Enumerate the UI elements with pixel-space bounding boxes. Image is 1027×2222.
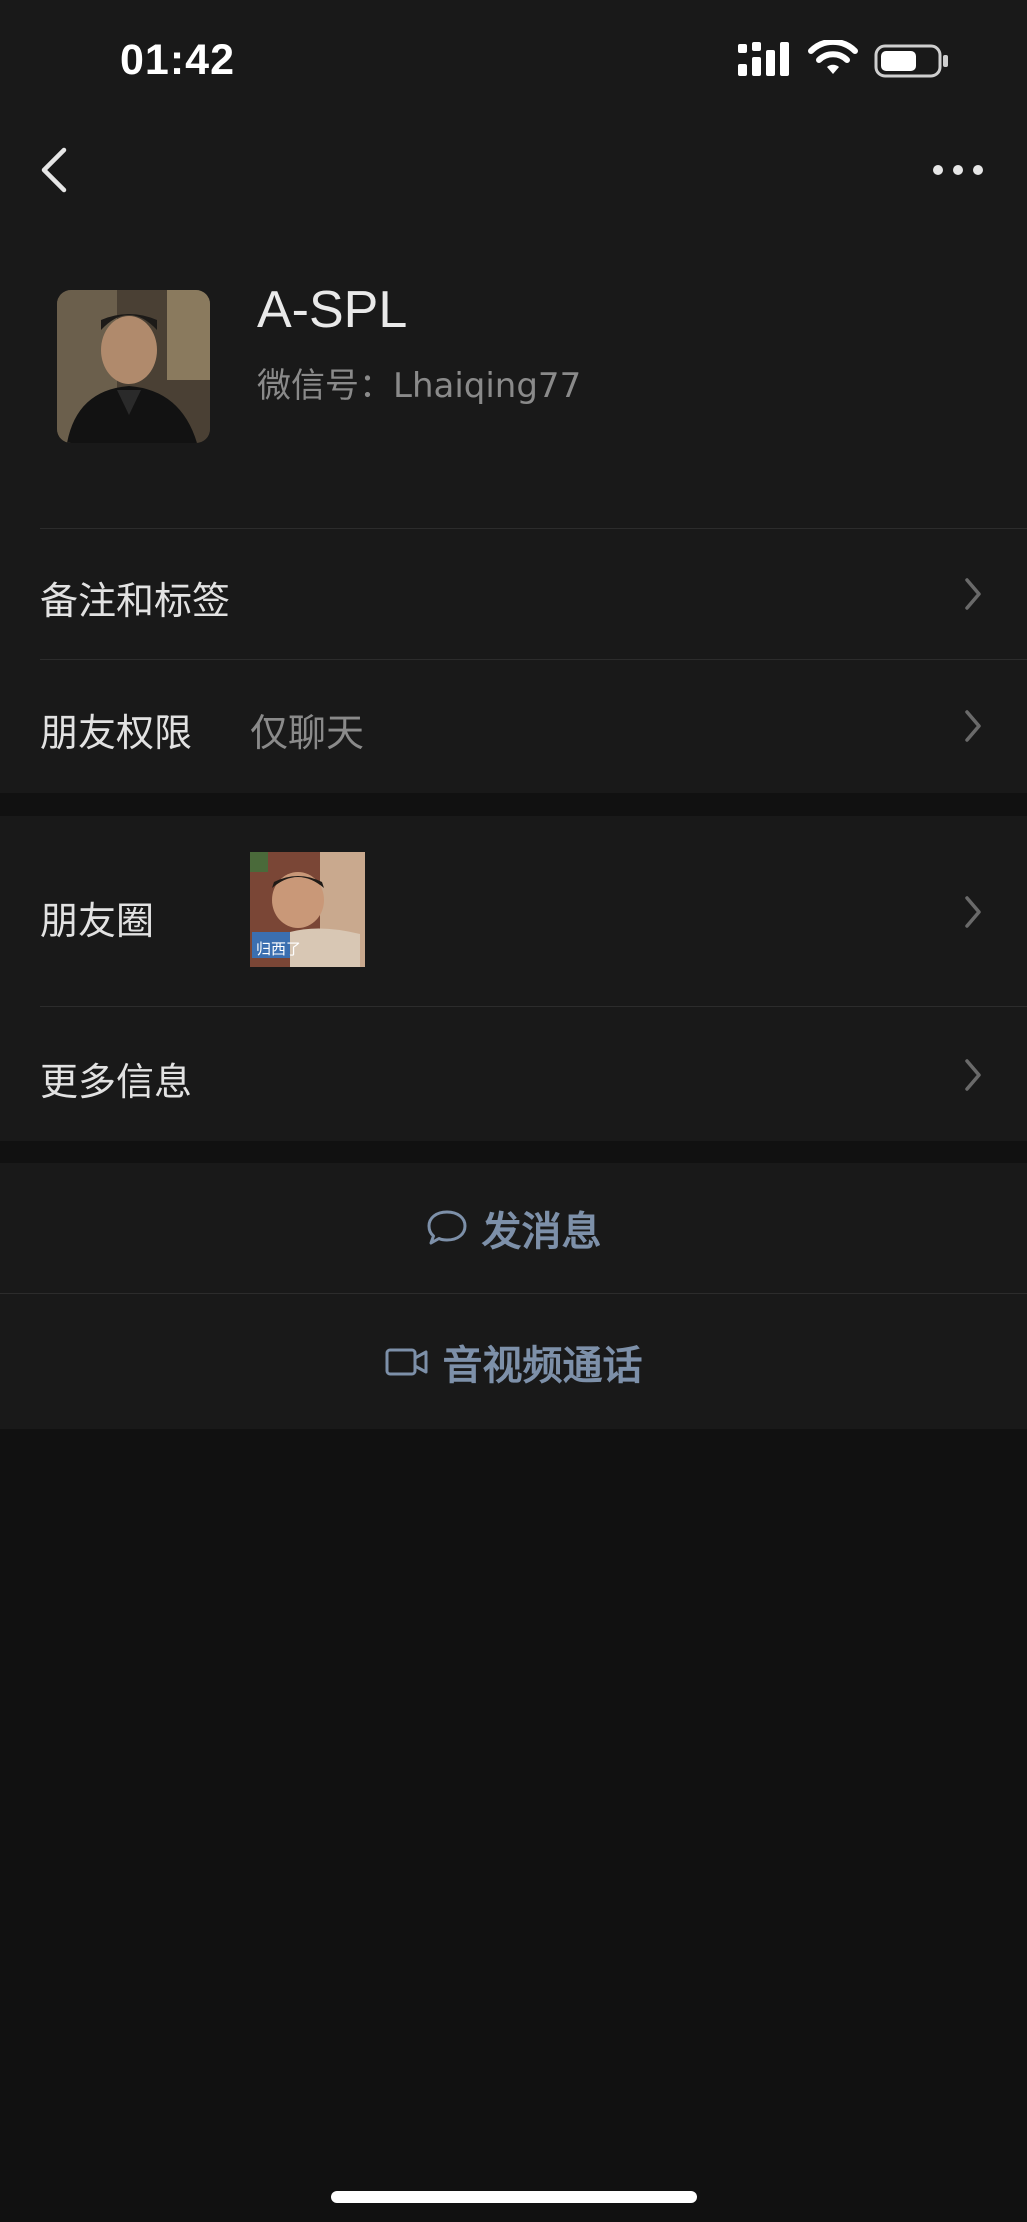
send-message-content: 发消息: [0, 1163, 1027, 1293]
cellular-signal-icon: [738, 42, 789, 76]
chevron-right-icon: [965, 1059, 981, 1091]
home-indicator: [331, 2191, 697, 2203]
friend-permissions-label: 朋友权限: [40, 711, 193, 755]
moments-label: 朋友圈: [40, 899, 155, 943]
profile-name: A-SPL: [257, 281, 408, 339]
nav-bar: [0, 120, 1027, 220]
friend-permissions-value: 仅聊天: [250, 711, 365, 755]
status-time: 01:42: [120, 36, 235, 84]
profile-header: A-SPL 微信号：Lhaiqing77: [0, 220, 1027, 528]
chevron-right-icon: [965, 896, 981, 928]
video-call-button[interactable]: 音视频通话: [0, 1294, 1027, 1429]
section-gap: [0, 793, 1027, 816]
more-info-label: 更多信息: [40, 1060, 193, 1104]
video-call-content: 音视频通话: [0, 1294, 1027, 1429]
wechat-id: 微信号：Lhaiqing77: [257, 366, 582, 406]
moments-group: 朋友圈 归西了 更多信息: [0, 816, 1027, 1141]
avatar[interactable]: [57, 290, 210, 443]
back-chevron-icon[interactable]: [34, 142, 74, 198]
send-message-label: 发消息: [481, 1209, 602, 1255]
remarks-and-tags-row[interactable]: 备注和标签: [0, 528, 1027, 660]
more-info-row[interactable]: 更多信息: [0, 1007, 1027, 1141]
send-message-button[interactable]: 发消息: [0, 1163, 1027, 1293]
moments-row[interactable]: 朋友圈 归西了: [0, 816, 1027, 1006]
chevron-right-icon: [965, 710, 981, 742]
wifi-icon: [808, 40, 858, 74]
battery-icon: [874, 44, 948, 78]
video-call-label: 音视频通话: [442, 1342, 643, 1389]
moments-thumbnail-caption: 归西了: [256, 940, 302, 958]
remarks-and-tags-label: 备注和标签: [40, 579, 231, 623]
moments-thumbnail: 归西了: [250, 852, 365, 967]
section-gap: [0, 1141, 1027, 1163]
more-options-icon[interactable]: [930, 152, 986, 188]
chat-bubble-icon: [427, 1210, 466, 1245]
chevron-right-icon: [965, 578, 981, 610]
video-camera-icon: [385, 1348, 427, 1375]
contact-settings-group: 备注和标签 朋友权限 仅聊天: [0, 528, 1027, 793]
friend-permissions-row[interactable]: 朋友权限 仅聊天: [0, 660, 1027, 793]
status-bar: 01:42: [0, 0, 1027, 120]
